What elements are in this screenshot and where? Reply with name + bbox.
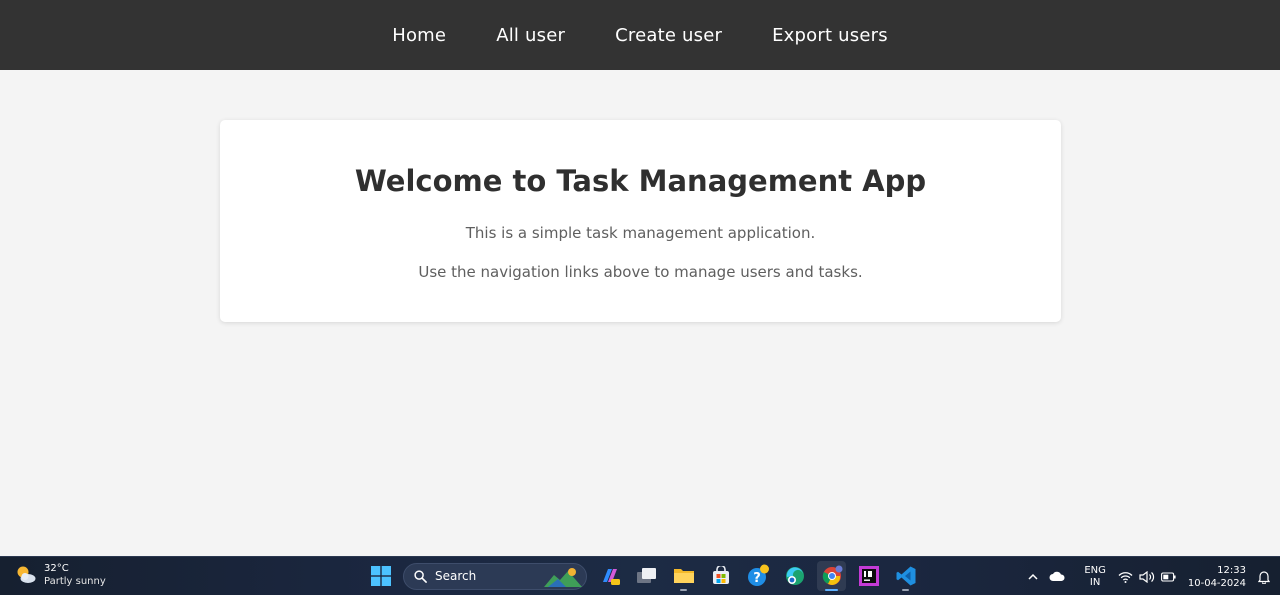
taskbar-search[interactable]: Search	[403, 562, 587, 590]
nav-links: Home All user Create user Export users	[392, 25, 888, 46]
taskbar-apps: Search ?	[366, 561, 920, 591]
search-highlight-icon	[544, 567, 582, 587]
onedrive-button[interactable]	[1044, 571, 1070, 582]
task-view-icon	[636, 568, 656, 583]
vscode-icon	[896, 566, 915, 586]
copilot-button[interactable]	[595, 561, 624, 591]
battery-icon	[1160, 571, 1176, 582]
welcome-instructions: Use the navigation links above to manage…	[418, 263, 863, 281]
nav-link-export-users[interactable]: Export users	[772, 25, 888, 46]
running-indicator	[825, 589, 838, 591]
visual-studio-code-button[interactable]	[891, 561, 920, 591]
top-navigation-bar: Home All user Create user Export users	[0, 0, 1280, 70]
language-indicator[interactable]: ENG IN	[1084, 565, 1106, 589]
weather-temperature: 32°C	[44, 563, 69, 574]
windows-taskbar: 32°C Partly sunny Search ? ENG IN 12:33 …	[0, 556, 1280, 595]
microsoft-edge-button[interactable]	[780, 561, 809, 591]
microsoft-store-button[interactable]	[706, 561, 735, 591]
language-code: ENG	[1084, 564, 1106, 576]
quick-settings-button[interactable]	[1118, 570, 1176, 583]
show-hidden-icons-button[interactable]	[1022, 573, 1044, 580]
welcome-card: Welcome to Task Management App This is a…	[220, 120, 1061, 322]
copilot-icon	[602, 569, 620, 585]
clock-time: 12:33	[1217, 564, 1246, 576]
get-help-button[interactable]: ?	[743, 561, 772, 591]
search-icon	[414, 569, 427, 583]
google-chrome-button[interactable]	[817, 561, 846, 591]
clock[interactable]: 12:33 10-04-2024	[1188, 564, 1246, 590]
partly-sunny-icon	[17, 566, 36, 583]
volume-icon	[1139, 570, 1154, 583]
running-indicator	[680, 589, 687, 591]
notifications-button[interactable]	[1256, 570, 1272, 584]
welcome-description: This is a simple task management applica…	[465, 224, 816, 242]
bell-icon	[1258, 570, 1270, 584]
store-icon	[712, 566, 729, 584]
running-indicator	[902, 589, 909, 591]
windows-logo-icon	[370, 566, 391, 586]
task-view-button[interactable]	[632, 561, 661, 591]
intellij-idea-button[interactable]	[854, 561, 883, 591]
svg-text:?: ?	[753, 571, 761, 586]
system-tray: ENG IN 12:33 10-04-2024	[1022, 557, 1272, 595]
file-explorer-button[interactable]	[669, 561, 698, 591]
edge-icon	[785, 567, 804, 585]
search-label: Search	[435, 569, 477, 583]
weather-description: Partly sunny	[44, 576, 106, 587]
cloud-icon	[1049, 571, 1065, 581]
chrome-icon	[822, 565, 842, 585]
wifi-icon	[1118, 571, 1133, 583]
start-button[interactable]	[366, 561, 395, 591]
nav-link-home[interactable]: Home	[392, 25, 446, 46]
intellij-icon	[858, 566, 879, 586]
folder-icon	[673, 569, 694, 583]
weather-widget[interactable]: 32°C Partly sunny	[14, 562, 106, 588]
page-title: Welcome to Task Management App	[354, 164, 927, 198]
chevron-up-icon	[1028, 573, 1038, 580]
region-code: IN	[1089, 576, 1101, 588]
nav-link-create-user[interactable]: Create user	[615, 25, 722, 46]
nav-link-all-user[interactable]: All user	[496, 25, 565, 46]
weather-text: 32°C Partly sunny	[44, 562, 106, 588]
clock-date: 10-04-2024	[1187, 577, 1246, 589]
help-icon: ?	[747, 564, 769, 586]
